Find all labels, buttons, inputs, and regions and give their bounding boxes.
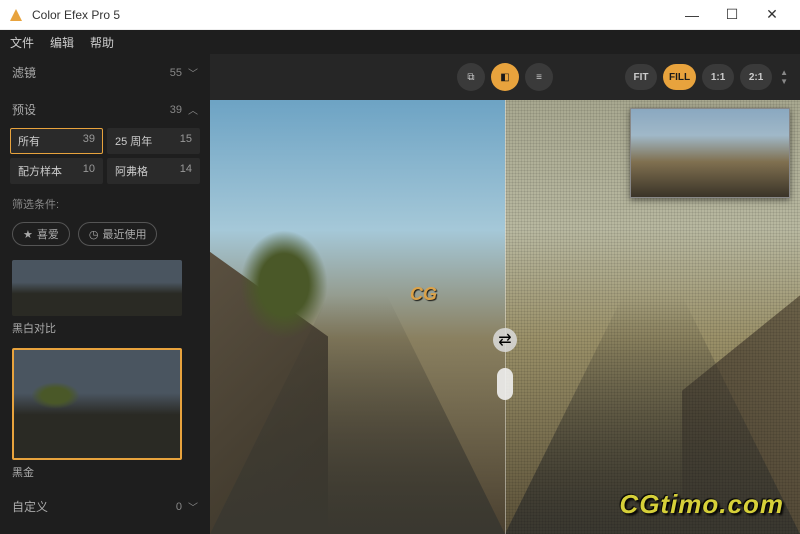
section-filters[interactable]: 滤镜 55 ﹀ [0,54,210,91]
zoom-fit-button[interactable]: FIT [625,64,657,90]
canvas-toolbar: ⧉ ◧ ≡ FIT FILL 1:1 2:1 ▲ ▼ [210,54,800,100]
section-presets[interactable]: 预设 39 ︿ [0,91,210,128]
category-25th[interactable]: 25 周年 15 [107,128,200,154]
zoom-stepper[interactable]: ▲ ▼ [780,68,788,86]
section-custom[interactable]: 自定义 0 ﹀ [0,488,210,525]
sliders-button[interactable]: ≡ [525,63,553,91]
menu-file[interactable]: 文件 [10,34,34,51]
zoom-2to1-button[interactable]: 2:1 [740,64,772,90]
zoom-1to1-button[interactable]: 1:1 [702,64,734,90]
navigator-thumbnail[interactable] [630,108,790,198]
minimize-button[interactable]: — [672,1,712,29]
chevron-down-icon: ﹀ [188,499,198,514]
chevron-up-icon: ︿ [188,102,198,117]
preset-label: 黑白对比 [12,320,198,336]
recent-icon: ◷ [89,228,99,241]
section-label: 滤镜 [12,64,36,81]
star-icon: ★ [23,228,33,241]
compare-button[interactable]: ⧉ [457,63,485,91]
filter-by-label: 筛选条件: [0,192,210,216]
maximize-button[interactable]: ☐ [712,1,752,29]
swap-icon: ⇄ [498,330,511,350]
split-divider[interactable] [505,100,506,534]
triangle-up-icon: ▲ [780,68,788,77]
window-title: Color Efex Pro 5 [32,8,672,22]
watermark-text: CGtimo.com [619,489,784,520]
section-count: 0 [176,501,182,513]
zoom-fill-button[interactable]: FILL [663,64,696,90]
pill-favorites[interactable]: ★ 喜爱 [12,222,70,246]
triangle-down-icon: ▼ [780,77,788,86]
content-area: 滤镜 55 ﹀ 预设 39 ︿ 所有 39 25 周年 15 配方样本 10 阿… [0,54,800,534]
category-afg[interactable]: 阿弗格 14 [107,158,200,184]
split-view-button[interactable]: ◧ [491,63,519,91]
section-label: 自定义 [12,498,48,515]
window-controls: — ☐ ✕ [672,1,792,29]
menu-help[interactable]: 帮助 [90,34,114,51]
canvas-area: ⧉ ◧ ≡ FIT FILL 1:1 2:1 ▲ ▼ [210,54,800,534]
filter-pills: ★ 喜爱 ◷ 最近使用 [0,216,210,256]
close-button[interactable]: ✕ [752,1,792,29]
watermark-logo: CG [410,284,437,305]
pill-recent[interactable]: ◷ 最近使用 [78,222,158,246]
chevron-down-icon: ﹀ [188,65,198,80]
app-icon [8,7,24,23]
split-handle-button[interactable]: ⇄ [493,328,517,352]
image-viewport[interactable]: ⇄ CG CGtimo.com [210,100,800,534]
preset-thumbnail [12,348,182,460]
preset-item[interactable]: 黑白对比 [0,256,210,344]
preset-thumbnail [12,260,182,316]
sliders-icon: ≡ [536,72,542,83]
compare-icon: ⧉ [467,72,474,83]
sidebar: 滤镜 55 ﹀ 预设 39 ︿ 所有 39 25 周年 15 配方样本 10 阿… [0,54,210,534]
split-icon: ◧ [500,72,509,83]
category-all[interactable]: 所有 39 [10,128,103,154]
preset-label: 黑金 [12,464,198,480]
section-count: 55 [170,67,182,79]
title-bar: Color Efex Pro 5 — ☐ ✕ [0,0,800,30]
section-count: 39 [170,104,182,116]
category-recipe-samples[interactable]: 配方样本 10 [10,158,103,184]
view-mode-group: ⧉ ◧ ≡ [457,63,553,91]
preset-item-selected[interactable]: ★ 黑金 [0,344,210,488]
section-imported[interactable]: 导入的 0 ﹀ [0,525,210,534]
section-label: 预设 [12,101,36,118]
category-grid: 所有 39 25 周年 15 配方样本 10 阿弗格 14 [0,128,210,192]
split-drag-handle[interactable] [497,368,513,400]
menu-bar: 文件 编辑 帮助 [0,30,800,54]
zoom-group: FIT FILL 1:1 2:1 ▲ ▼ [625,64,788,90]
menu-edit[interactable]: 编辑 [50,34,74,51]
before-pane [210,100,505,534]
